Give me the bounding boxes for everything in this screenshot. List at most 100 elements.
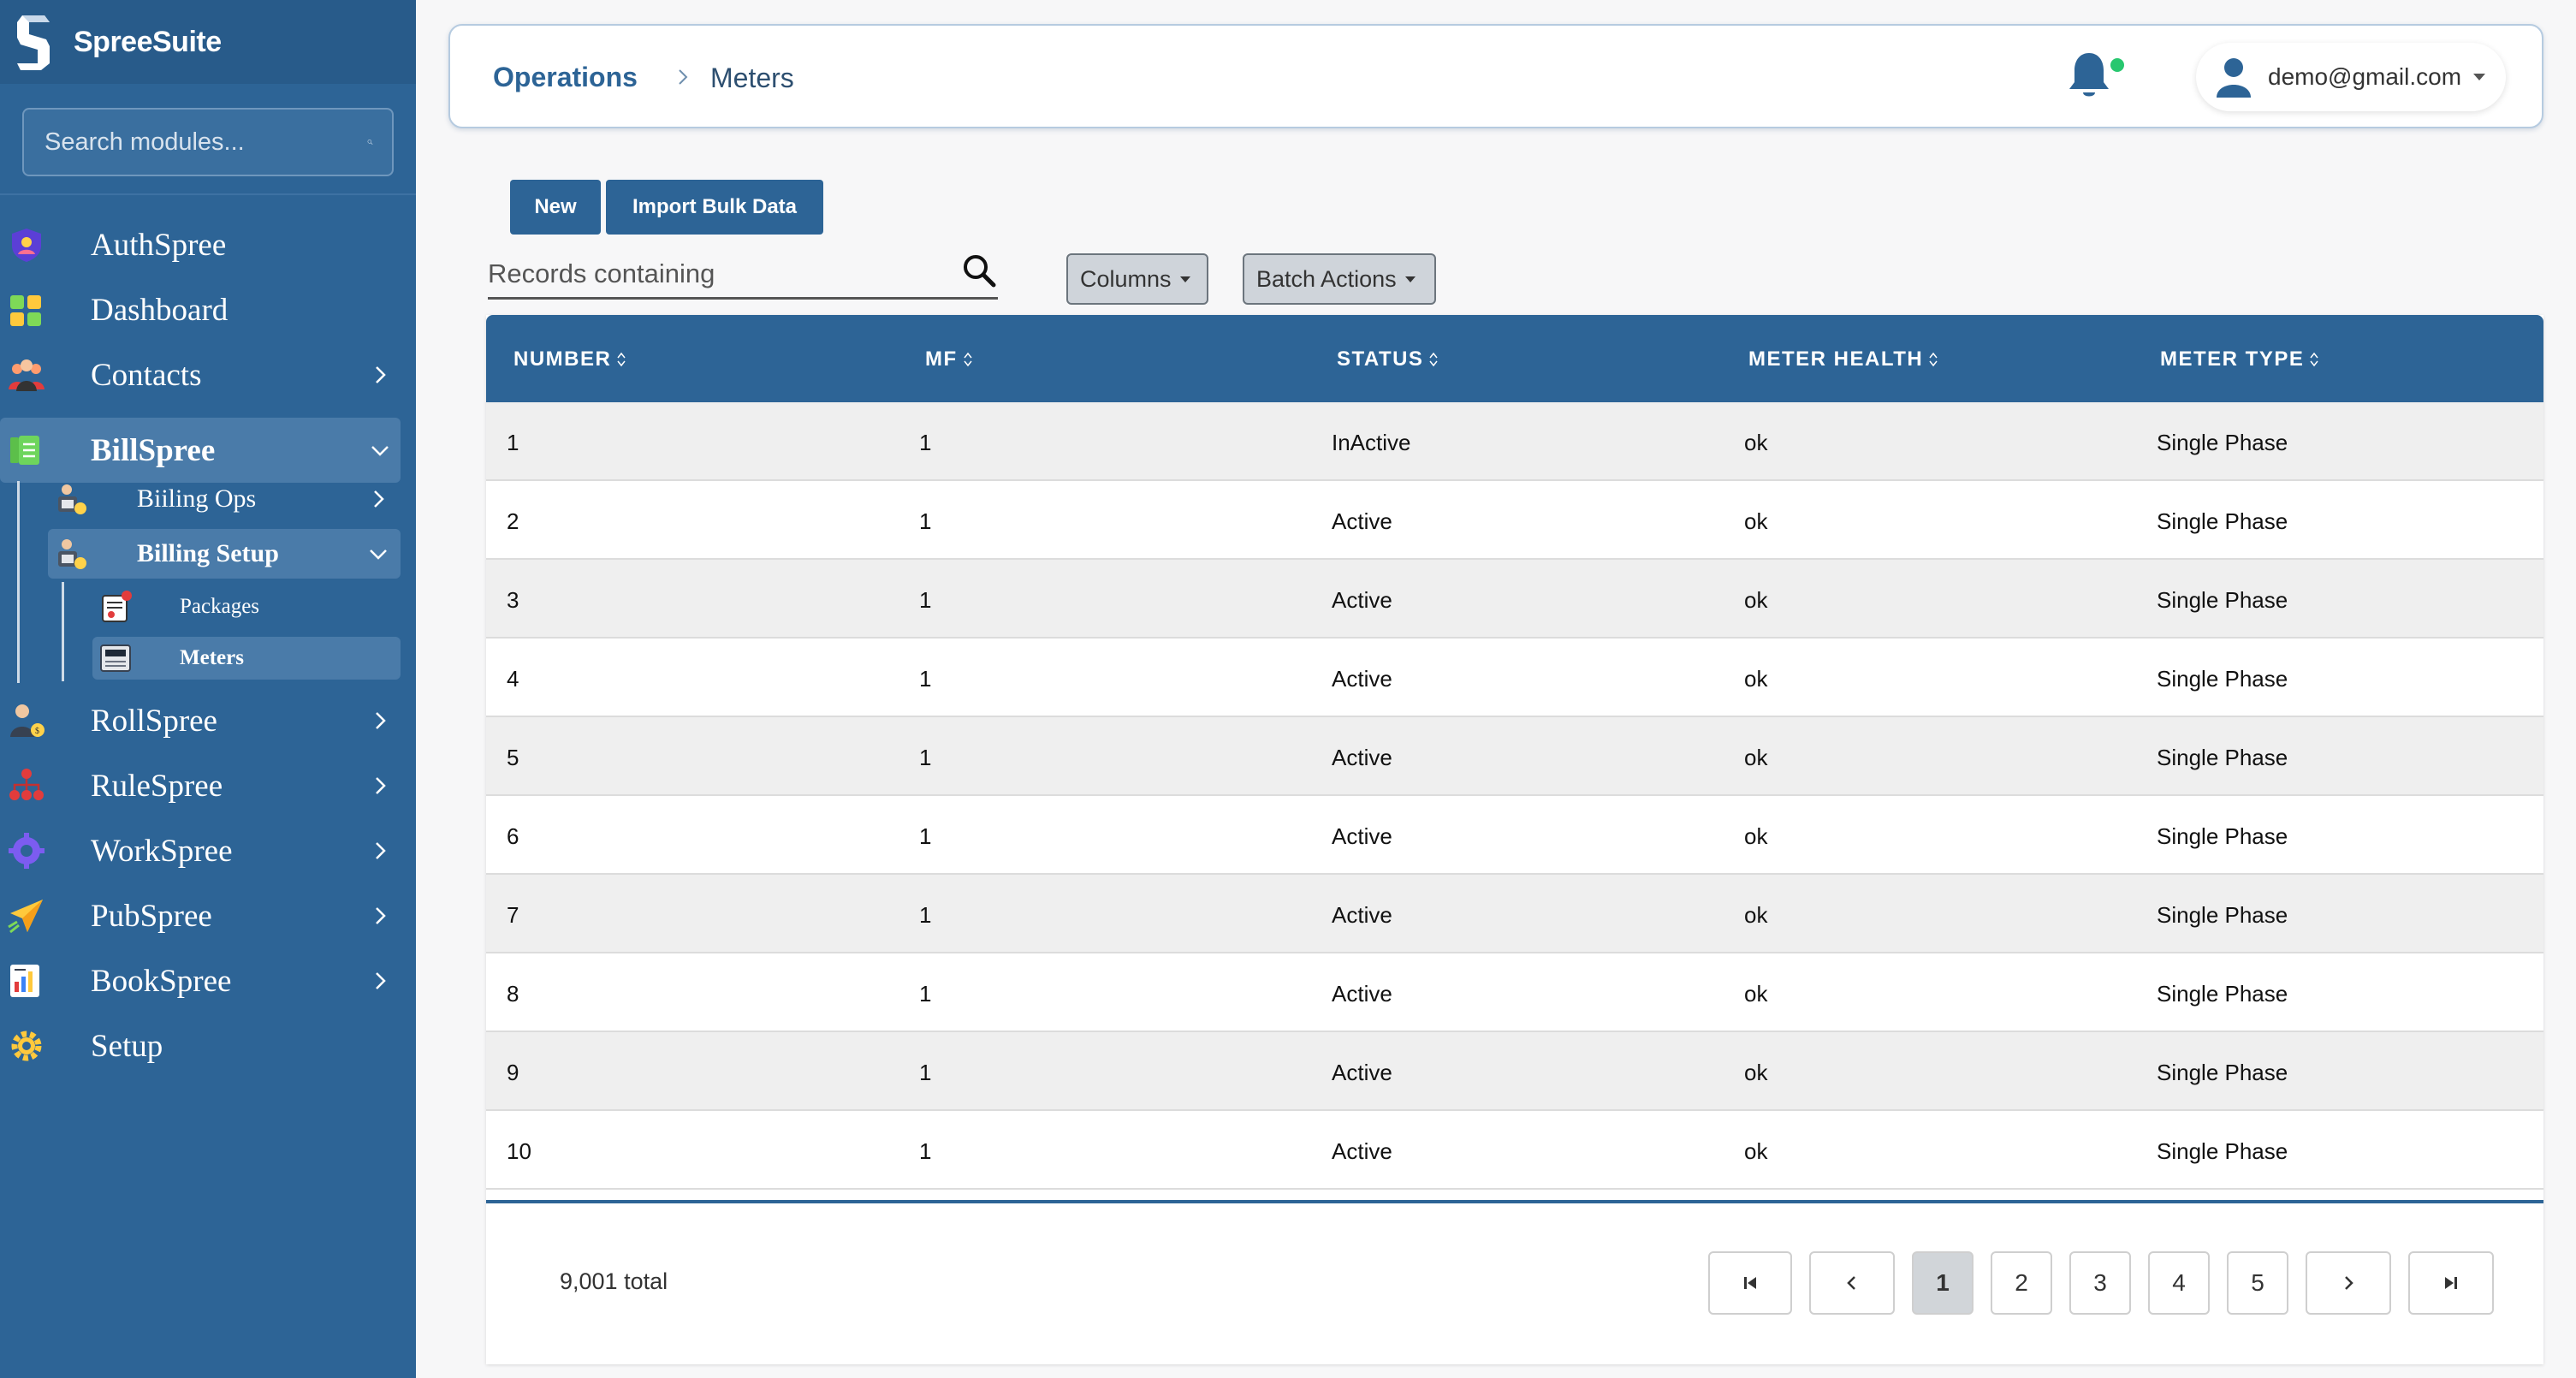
sidebar-item-label: AuthSpree bbox=[91, 227, 227, 263]
sidebar-item-label: WorkSpree bbox=[91, 833, 233, 869]
column-header-number[interactable]: NUMBER bbox=[513, 347, 626, 371]
table-row[interactable]: 2 1 Active ok Single Phase bbox=[486, 481, 2543, 560]
chevron-right-icon[interactable] bbox=[370, 840, 390, 861]
cell-mf: 1 bbox=[919, 508, 932, 534]
cell-status: Active bbox=[1332, 587, 1392, 613]
cell-meter-health: ok bbox=[1744, 902, 1768, 928]
user-avatar-icon bbox=[2217, 58, 2251, 98]
sidebar-item-authspree[interactable]: AuthSpree bbox=[0, 212, 416, 277]
sidebar-item-meters[interactable]: Meters bbox=[92, 637, 401, 680]
table-row[interactable]: 8 1 Active ok Single Phase bbox=[486, 953, 2543, 1032]
svg-text:$: $ bbox=[35, 727, 39, 736]
table-row[interactable]: 7 1 Active ok Single Phase bbox=[486, 875, 2543, 953]
cell-mf: 1 bbox=[919, 745, 932, 770]
column-header-meter-health[interactable]: METER HEALTH bbox=[1748, 347, 1938, 371]
sort-icon bbox=[1429, 352, 1439, 367]
sidebar-item-packages[interactable]: Packages bbox=[92, 585, 401, 628]
cell-meter-health: ok bbox=[1744, 823, 1768, 849]
cell-meter-type: Single Phase bbox=[2157, 823, 2288, 849]
sidebar-item-billing-ops[interactable]: Biiling Ops bbox=[48, 474, 401, 524]
sidebar-sub-label: Biiling Ops bbox=[137, 484, 257, 513]
sidebar-item-rulespree[interactable]: RuleSpree bbox=[0, 753, 416, 818]
column-header-mf[interactable]: MF bbox=[925, 347, 973, 371]
cell-meter-health: ok bbox=[1744, 587, 1768, 613]
sort-icon bbox=[964, 352, 972, 367]
cell-mf: 1 bbox=[919, 823, 932, 849]
gear-icon bbox=[11, 1031, 42, 1061]
table-row[interactable]: 9 1 Active ok Single Phase bbox=[486, 1032, 2543, 1111]
sidebar-item-bookspree[interactable]: BookSpree bbox=[0, 948, 416, 1013]
cell-meter-health: ok bbox=[1744, 1060, 1768, 1085]
next-page-button[interactable] bbox=[2306, 1251, 2391, 1315]
cell-mf: 1 bbox=[919, 587, 932, 613]
chevron-right-icon[interactable] bbox=[370, 906, 390, 926]
page-button-2[interactable]: 2 bbox=[1991, 1251, 2052, 1315]
prev-page-button[interactable] bbox=[1809, 1251, 1895, 1315]
records-search-input[interactable] bbox=[488, 252, 933, 296]
new-button[interactable]: New bbox=[510, 180, 601, 235]
first-page-button[interactable] bbox=[1708, 1251, 1792, 1315]
batch-actions-dropdown[interactable]: Batch Actions bbox=[1243, 253, 1436, 305]
sidebar-item-rollspree[interactable]: $ RollSpree bbox=[0, 688, 416, 753]
cell-meter-health: ok bbox=[1744, 745, 1768, 770]
column-header-status[interactable]: STATUS bbox=[1337, 347, 1439, 371]
module-search-box[interactable] bbox=[22, 108, 394, 176]
cell-status: InActive bbox=[1332, 430, 1411, 455]
sidebar-item-label: RuleSpree bbox=[91, 768, 223, 804]
breadcrumb-operations[interactable]: Operations bbox=[493, 62, 638, 93]
table-row[interactable]: 10 1 Active ok Single Phase bbox=[486, 1111, 2543, 1190]
page-button-1[interactable]: 1 bbox=[1912, 1251, 1974, 1315]
column-header-meter-type[interactable]: METER TYPE bbox=[2160, 347, 2319, 371]
sidebar-item-billspree[interactable]: BillSpree bbox=[0, 418, 401, 483]
meters-table: NUMBER MF STATUS METER HEALTH METER TYPE… bbox=[486, 315, 2543, 1364]
cell-status: Active bbox=[1332, 508, 1392, 534]
page-button-3[interactable]: 3 bbox=[2069, 1251, 2131, 1315]
cell-meter-health: ok bbox=[1744, 981, 1768, 1007]
table-row[interactable]: 6 1 Active ok Single Phase bbox=[486, 796, 2543, 875]
brand[interactable]: SpreeSuite bbox=[0, 0, 416, 84]
sidebar-item-pubspree[interactable]: PubSpree bbox=[0, 883, 416, 948]
chevron-right-icon[interactable] bbox=[370, 365, 390, 385]
chevron-right-icon[interactable] bbox=[370, 971, 390, 991]
notification-bell-icon[interactable] bbox=[2064, 50, 2114, 103]
sidebar-item-billing-setup[interactable]: Billing Setup bbox=[48, 529, 401, 579]
user-email: demo@gmail.com bbox=[2268, 63, 2462, 90]
sidebar-sub-label: Billing Setup bbox=[137, 539, 279, 567]
search-icon[interactable] bbox=[960, 252, 998, 289]
columns-dropdown[interactable]: Columns bbox=[1066, 253, 1208, 305]
chevron-right-icon[interactable] bbox=[370, 775, 390, 796]
cell-status: Active bbox=[1332, 902, 1392, 928]
sidebar-item-dashboard[interactable]: Dashboard bbox=[0, 277, 416, 342]
records-search bbox=[488, 252, 998, 300]
chevron-down-icon[interactable] bbox=[368, 543, 389, 564]
cell-meter-type: Single Phase bbox=[2157, 745, 2288, 770]
chevron-right-icon[interactable] bbox=[370, 710, 390, 731]
cell-number: 2 bbox=[507, 508, 519, 534]
breadcrumb-meters: Meters bbox=[710, 62, 794, 93]
chevron-right-icon[interactable] bbox=[368, 489, 389, 509]
last-page-button[interactable] bbox=[2408, 1251, 2494, 1315]
table-row[interactable]: 1 1 InActive ok Single Phase bbox=[486, 402, 2543, 481]
chevron-down-icon[interactable] bbox=[370, 440, 390, 460]
module-search bbox=[0, 84, 416, 195]
cell-number: 1 bbox=[507, 430, 519, 455]
user-menu[interactable]: demo@gmail.com bbox=[2196, 43, 2506, 111]
tree-line bbox=[17, 481, 20, 683]
search-icon[interactable] bbox=[367, 128, 373, 156]
first-page-icon bbox=[1744, 1277, 1756, 1289]
last-page-icon bbox=[2445, 1277, 2457, 1289]
table-row[interactable]: 5 1 Active ok Single Phase bbox=[486, 717, 2543, 796]
cell-meter-health: ok bbox=[1744, 430, 1768, 455]
import-bulk-data-button[interactable]: Import Bulk Data bbox=[606, 180, 823, 235]
page-button-4[interactable]: 4 bbox=[2148, 1251, 2210, 1315]
table-row[interactable]: 3 1 Active ok Single Phase bbox=[486, 560, 2543, 639]
table-row[interactable]: 4 1 Active ok Single Phase bbox=[486, 639, 2543, 717]
app-name: SpreeSuite bbox=[74, 25, 222, 58]
sidebar-item-label: PubSpree bbox=[91, 898, 212, 934]
module-search-input[interactable] bbox=[45, 128, 367, 157]
sidebar-item-workspree[interactable]: WorkSpree bbox=[0, 818, 416, 883]
sidebar-item-setup[interactable]: Setup bbox=[0, 1013, 416, 1078]
cell-meter-type: Single Phase bbox=[2157, 587, 2288, 613]
sidebar-item-contacts[interactable]: Contacts bbox=[0, 342, 416, 407]
page-button-5[interactable]: 5 bbox=[2227, 1251, 2288, 1315]
